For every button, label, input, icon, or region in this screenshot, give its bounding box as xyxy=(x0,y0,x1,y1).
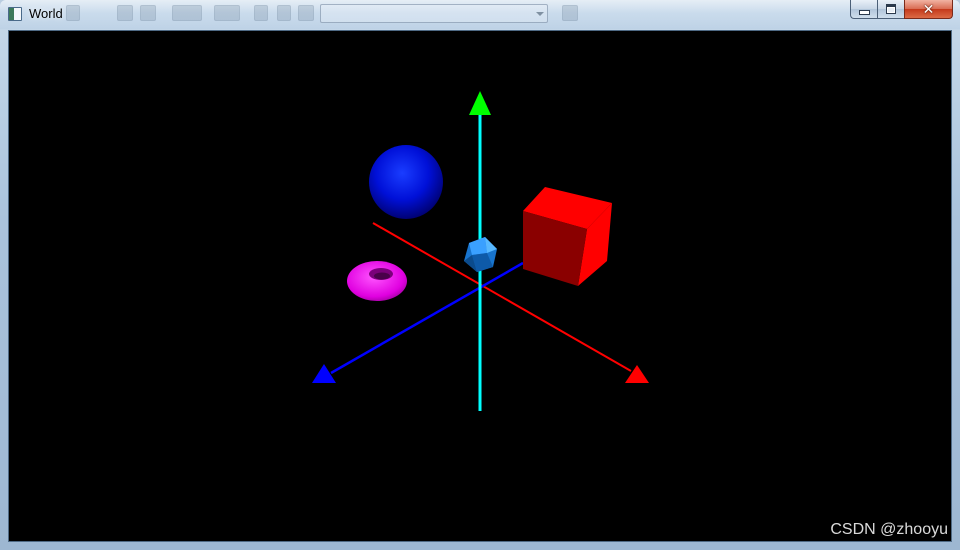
ghost-toolbar-icon xyxy=(214,5,240,21)
x-axis-arrowhead xyxy=(625,365,649,383)
restore-icon xyxy=(886,4,896,14)
ghost-toolbar-icon xyxy=(298,5,314,21)
ghost-toolbar-dropdown xyxy=(320,4,548,23)
minimize-button[interactable] xyxy=(850,0,877,19)
minimize-icon xyxy=(858,9,870,15)
ghost-toolbar-icon xyxy=(140,5,156,21)
close-button[interactable]: ✕ xyxy=(904,0,953,19)
torus xyxy=(347,261,407,301)
ghost-toolbar-icon xyxy=(277,5,291,21)
y-axis-arrowhead xyxy=(469,91,491,115)
scene-canvas xyxy=(312,91,649,411)
app-window-icon[interactable] xyxy=(8,7,22,21)
ghost-toolbar-icon xyxy=(562,5,578,21)
cube xyxy=(523,187,612,286)
app-window: World ✕ CSDN @zhooyu xyxy=(0,0,960,550)
title-bar[interactable]: World ✕ xyxy=(0,0,960,29)
ghost-toolbar-icon xyxy=(172,5,202,21)
ghost-toolbar-icon xyxy=(117,5,133,21)
window-title: World xyxy=(29,6,63,21)
window-controls: ✕ xyxy=(850,0,953,20)
icosahedron xyxy=(464,237,497,272)
maximize-button[interactable] xyxy=(877,0,904,19)
ghost-toolbar-icon xyxy=(66,5,80,21)
z-axis xyxy=(312,261,524,383)
ghost-toolbar-icon xyxy=(254,5,268,21)
render-viewport[interactable]: CSDN @zhooyu xyxy=(8,30,952,542)
close-icon: ✕ xyxy=(922,1,935,17)
watermark-text: CSDN @zhooyu xyxy=(830,521,948,538)
sphere xyxy=(369,145,443,219)
